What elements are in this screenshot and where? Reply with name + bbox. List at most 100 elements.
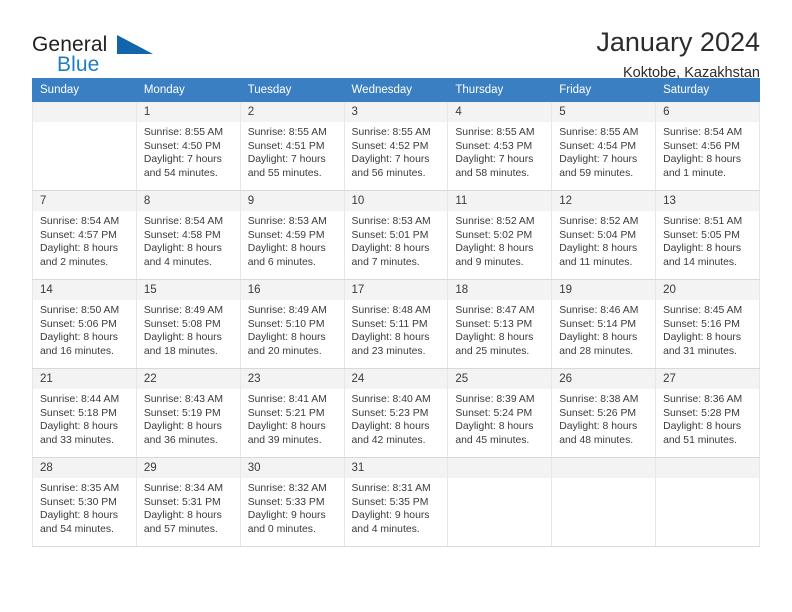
sunrise-text: Sunrise: 8:35 AM [40, 483, 120, 494]
day-details: Sunrise: 8:32 AM Sunset: 5:33 PM Dayligh… [241, 478, 344, 536]
daylight-text-line2: and 16 minutes. [40, 345, 114, 357]
daylight-text-line1: Daylight: 8 hours [455, 332, 534, 344]
day-number: 8 [136, 191, 240, 211]
day-number: 11 [448, 191, 552, 211]
day-number: 13 [656, 191, 759, 211]
sunset-text: Sunset: 4:51 PM [247, 140, 325, 152]
day-cell[interactable]: 28 Sunrise: 8:35 AM Sunset: 5:30 PM Dayl… [32, 457, 137, 547]
day-cell[interactable]: 6 Sunrise: 8:54 AM Sunset: 4:56 PM Dayli… [655, 101, 760, 191]
sunset-text: Sunset: 4:50 PM [143, 140, 221, 152]
day-cell[interactable]: 19 Sunrise: 8:46 AM Sunset: 5:14 PM Dayl… [551, 279, 657, 369]
sunrise-text: Sunrise: 8:46 AM [559, 305, 639, 316]
day-cell[interactable]: 12 Sunrise: 8:52 AM Sunset: 5:04 PM Dayl… [551, 190, 657, 280]
daylight-text-line1: Daylight: 8 hours [143, 421, 222, 433]
sunset-text: Sunset: 5:01 PM [351, 229, 429, 241]
daylight-text-line2: and 7 minutes. [351, 256, 420, 268]
daylight-text-line1: Daylight: 8 hours [663, 421, 742, 433]
weekday-header-thursday: Thursday [447, 78, 553, 102]
sunset-text: Sunset: 4:58 PM [143, 229, 221, 241]
sunrise-text: Sunrise: 8:49 AM [143, 305, 223, 316]
sunrise-text: Sunrise: 8:43 AM [143, 394, 223, 405]
day-cell[interactable]: 7 Sunrise: 8:54 AM Sunset: 4:57 PM Dayli… [32, 190, 137, 280]
day-number: 15 [136, 280, 240, 300]
day-details: Sunrise: 8:43 AM Sunset: 5:19 PM Dayligh… [137, 389, 240, 447]
day-number: 21 [33, 369, 136, 389]
day-details: Sunrise: 8:51 AM Sunset: 5:05 PM Dayligh… [656, 211, 759, 269]
day-details: Sunrise: 8:53 AM Sunset: 4:59 PM Dayligh… [241, 211, 344, 269]
day-details: Sunrise: 8:41 AM Sunset: 5:21 PM Dayligh… [241, 389, 344, 447]
day-details: Sunrise: 8:53 AM Sunset: 5:01 PM Dayligh… [345, 211, 448, 269]
daylight-text-line1: Daylight: 8 hours [559, 332, 638, 344]
day-cell[interactable]: 20 Sunrise: 8:45 AM Sunset: 5:16 PM Dayl… [655, 279, 760, 369]
day-number: 10 [344, 191, 448, 211]
sunrise-text: Sunrise: 8:54 AM [143, 216, 223, 227]
day-cell[interactable]: 5 Sunrise: 8:55 AM Sunset: 4:54 PM Dayli… [551, 101, 657, 191]
day-cell-empty [551, 457, 657, 547]
day-cell[interactable]: 26 Sunrise: 8:38 AM Sunset: 5:26 PM Dayl… [551, 368, 657, 458]
sunrise-text: Sunrise: 8:36 AM [663, 394, 743, 405]
day-cell[interactable]: 22 Sunrise: 8:43 AM Sunset: 5:19 PM Dayl… [135, 368, 241, 458]
daylight-text-line2: and 48 minutes. [559, 434, 634, 446]
day-cell[interactable]: 10 Sunrise: 8:53 AM Sunset: 5:01 PM Dayl… [343, 190, 449, 280]
day-number: 27 [656, 369, 759, 389]
calendar-week-row: 14 Sunrise: 8:50 AM Sunset: 5:06 PM Dayl… [32, 279, 760, 369]
daylight-text-line1: Daylight: 8 hours [247, 243, 326, 255]
day-cell[interactable]: 29 Sunrise: 8:34 AM Sunset: 5:31 PM Dayl… [135, 457, 241, 547]
daylight-text-line2: and 25 minutes. [455, 345, 530, 357]
day-cell[interactable]: 11 Sunrise: 8:52 AM Sunset: 5:02 PM Dayl… [447, 190, 553, 280]
sunset-text: Sunset: 5:21 PM [247, 407, 325, 419]
day-cell[interactable]: 24 Sunrise: 8:40 AM Sunset: 5:23 PM Dayl… [343, 368, 449, 458]
day-number: 30 [240, 458, 344, 478]
day-cell[interactable]: 21 Sunrise: 8:44 AM Sunset: 5:18 PM Dayl… [32, 368, 137, 458]
calendar-body: 1 Sunrise: 8:55 AM Sunset: 4:50 PM Dayli… [32, 101, 760, 547]
day-cell[interactable]: 8 Sunrise: 8:54 AM Sunset: 4:58 PM Dayli… [135, 190, 241, 280]
day-cell[interactable]: 18 Sunrise: 8:47 AM Sunset: 5:13 PM Dayl… [447, 279, 553, 369]
daylight-text-line1: Daylight: 8 hours [143, 243, 222, 255]
daylight-text-line1: Daylight: 8 hours [40, 510, 118, 522]
day-details: Sunrise: 8:49 AM Sunset: 5:10 PM Dayligh… [241, 300, 344, 358]
day-details: Sunrise: 8:55 AM Sunset: 4:54 PM Dayligh… [552, 122, 655, 180]
day-cell[interactable]: 4 Sunrise: 8:55 AM Sunset: 4:53 PM Dayli… [447, 101, 553, 191]
daylight-text-line1: Daylight: 8 hours [455, 421, 534, 433]
day-number: 9 [240, 191, 344, 211]
day-details: Sunrise: 8:31 AM Sunset: 5:35 PM Dayligh… [345, 478, 448, 536]
daylight-text-line2: and 59 minutes. [559, 167, 634, 179]
sunrise-text: Sunrise: 8:50 AM [40, 305, 120, 316]
day-cell[interactable]: 15 Sunrise: 8:49 AM Sunset: 5:08 PM Dayl… [135, 279, 241, 369]
day-cell[interactable]: 14 Sunrise: 8:50 AM Sunset: 5:06 PM Dayl… [32, 279, 137, 369]
day-cell[interactable]: 2 Sunrise: 8:55 AM Sunset: 4:51 PM Dayli… [239, 101, 345, 191]
day-cell[interactable]: 25 Sunrise: 8:39 AM Sunset: 5:24 PM Dayl… [447, 368, 553, 458]
sunset-text: Sunset: 5:35 PM [351, 496, 429, 508]
general-blue-logo: General Blue [32, 26, 153, 78]
sunrise-text: Sunrise: 8:53 AM [351, 216, 431, 227]
day-details: Sunrise: 8:49 AM Sunset: 5:08 PM Dayligh… [137, 300, 240, 358]
day-cell-empty [655, 457, 760, 547]
day-cell[interactable]: 31 Sunrise: 8:31 AM Sunset: 5:35 PM Dayl… [343, 457, 449, 547]
day-cell[interactable]: 9 Sunrise: 8:53 AM Sunset: 4:59 PM Dayli… [239, 190, 345, 280]
day-cell[interactable]: 17 Sunrise: 8:48 AM Sunset: 5:11 PM Dayl… [343, 279, 449, 369]
day-cell[interactable]: 27 Sunrise: 8:36 AM Sunset: 5:28 PM Dayl… [655, 368, 760, 458]
daylight-text-line1: Daylight: 8 hours [351, 243, 430, 255]
sunrise-text: Sunrise: 8:55 AM [143, 127, 223, 138]
day-cell[interactable]: 3 Sunrise: 8:55 AM Sunset: 4:52 PM Dayli… [343, 101, 449, 191]
day-details: Sunrise: 8:46 AM Sunset: 5:14 PM Dayligh… [552, 300, 655, 358]
sunset-text: Sunset: 5:23 PM [351, 407, 429, 419]
daylight-text-line1: Daylight: 8 hours [40, 332, 118, 344]
sunrise-text: Sunrise: 8:31 AM [351, 483, 431, 494]
day-number: 18 [448, 280, 552, 300]
day-cell[interactable]: 16 Sunrise: 8:49 AM Sunset: 5:10 PM Dayl… [239, 279, 345, 369]
sunset-text: Sunset: 5:14 PM [559, 318, 637, 330]
day-cell[interactable]: 1 Sunrise: 8:55 AM Sunset: 4:50 PM Dayli… [135, 101, 241, 191]
daylight-text-line1: Daylight: 7 hours [247, 154, 326, 166]
day-number: 29 [136, 458, 240, 478]
daylight-text-line1: Daylight: 7 hours [143, 154, 222, 166]
day-number: 4 [448, 102, 552, 122]
day-cell[interactable]: 13 Sunrise: 8:51 AM Sunset: 5:05 PM Dayl… [655, 190, 760, 280]
day-cell[interactable]: 23 Sunrise: 8:41 AM Sunset: 5:21 PM Dayl… [239, 368, 345, 458]
daylight-text-line1: Daylight: 8 hours [143, 510, 222, 522]
title-block: January 2024 Koktobe, Kazakhstan [596, 26, 760, 82]
sunset-text: Sunset: 5:16 PM [663, 318, 740, 330]
sunrise-text: Sunrise: 8:48 AM [351, 305, 431, 316]
daylight-text-line1: Daylight: 8 hours [559, 421, 638, 433]
day-cell[interactable]: 30 Sunrise: 8:32 AM Sunset: 5:33 PM Dayl… [239, 457, 345, 547]
